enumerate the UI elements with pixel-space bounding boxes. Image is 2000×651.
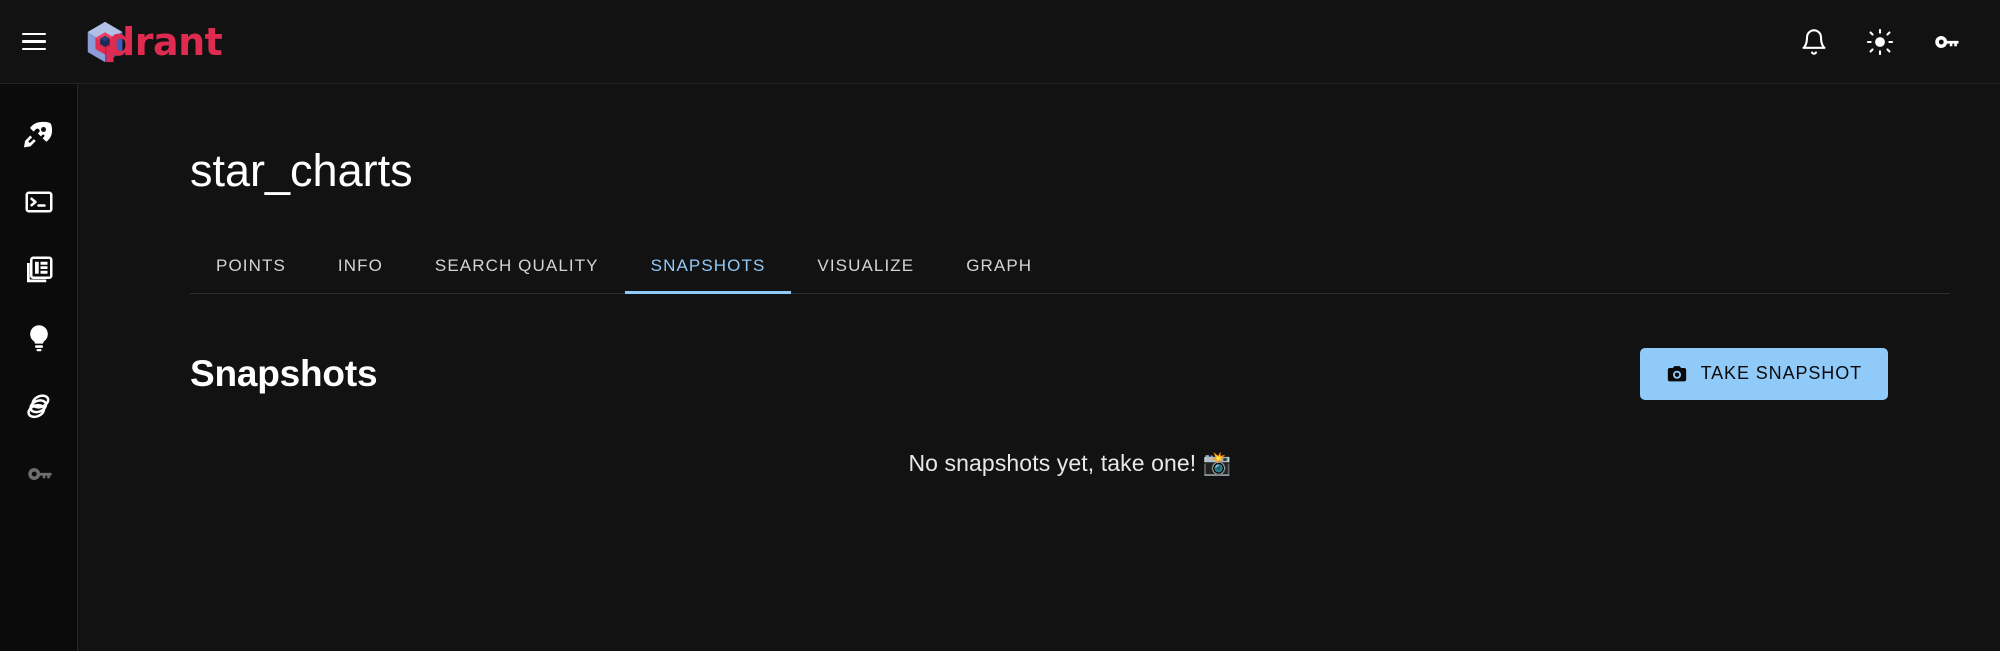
sidebar-item-welcome[interactable] [0,100,78,168]
rocket-icon [24,121,53,148]
sidebar-item-console[interactable] [0,168,78,236]
tab-points[interactable]: POINTS [190,256,312,293]
sidebar-item-collections[interactable] [0,236,78,304]
app-header: drant [0,0,2000,84]
section-title: Snapshots [190,352,378,394]
tab-graph[interactable]: GRAPH [940,256,1058,293]
theme-toggle-button[interactable] [1854,16,1906,68]
camera-icon [1667,365,1686,381]
take-snapshot-button[interactable]: TAKE SNAPSHOT [1639,347,1888,400]
sidebar-item-datasets[interactable] [0,372,78,440]
lightbulb-icon [30,325,48,352]
camera-flash-emoji-icon: 📸 [1202,450,1232,477]
api-key-button[interactable] [1920,16,1972,68]
sidebar [0,84,78,651]
tab-snapshots[interactable]: SNAPSHOTS [624,256,792,294]
snapshots-section-header: Snapshots TAKE SNAPSHOT [190,346,1888,402]
terminal-icon [25,191,53,213]
sidebar-item-tutorial[interactable] [0,304,78,372]
collections-icon [27,256,53,283]
brand-name: drant [108,19,223,64]
page-title: star_charts [190,145,413,196]
key-icon [28,468,52,480]
datasets-icon [27,394,50,419]
sidebar-item-access-tokens[interactable] [0,440,78,508]
bell-icon [1802,28,1826,55]
tab-info[interactable]: INFO [312,256,409,293]
collection-tabs: POINTS INFO SEARCH QUALITY SNAPSHOTS VIS… [190,238,1950,294]
hamburger-menu-icon [22,28,46,56]
tab-visualize[interactable]: VISUALIZE [791,256,940,293]
snapshots-empty-state: No snapshots yet, take one! 📸 [190,450,1950,477]
main-content: star_charts POINTS INFO SEARCH QUALITY S… [78,84,2000,651]
header-actions [1788,16,1972,68]
sun-icon [1866,28,1894,55]
hamburger-menu-button[interactable] [6,14,62,70]
empty-state-message: No snapshots yet, take one! [908,449,1197,476]
notifications-button[interactable] [1788,16,1840,68]
take-snapshot-label: TAKE SNAPSHOT [1700,363,1862,383]
brand-logo[interactable]: drant [82,19,223,65]
tab-search-quality[interactable]: SEARCH QUALITY [409,256,625,293]
key-icon [1935,35,1959,48]
